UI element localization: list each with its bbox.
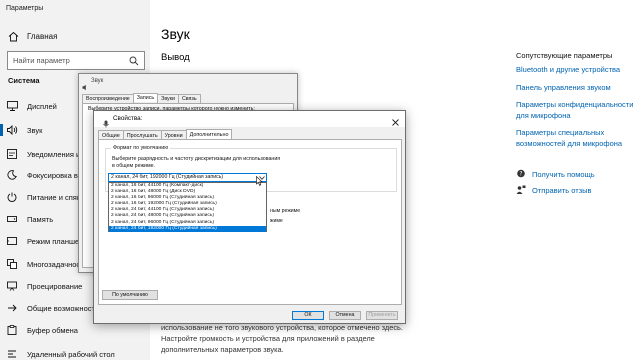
notification-icon xyxy=(6,148,18,160)
default-format-description: Выберите разрядность и частоту дискретиз… xyxy=(112,156,281,169)
output-description: использование не того звукового устройст… xyxy=(161,323,403,354)
home-label: Главная xyxy=(27,31,58,41)
mic-privacy-link[interactable]: Параметры конфиденциальности для микрофо… xyxy=(516,99,636,121)
sound-dialog-title: Звук xyxy=(91,78,104,84)
sidebar-item-label: Буфер обмена xyxy=(27,325,78,335)
format-dropdown[interactable]: 2 канал, 24 бит, 192000 Гц (Студийная за… xyxy=(108,173,267,182)
moon-icon xyxy=(6,169,18,181)
related-settings-title: Сопутствующие параметры xyxy=(516,51,613,60)
section-heading: Вывод xyxy=(161,52,190,63)
tab-playback[interactable]: Воспроизведение xyxy=(82,94,134,103)
format-option-selected[interactable]: 2 канал, 24 бит, 192000 Гц (Студийная за… xyxy=(109,225,266,232)
feedback-label: Отправить отзыв xyxy=(532,185,592,195)
sidebar-item-label: Проецирование xyxy=(27,281,83,291)
feedback-link[interactable]: Отправить отзыв xyxy=(516,185,592,195)
window-title: Параметры xyxy=(6,5,44,12)
ok-button[interactable]: ОК xyxy=(292,311,324,320)
tablet-icon xyxy=(6,235,18,247)
feedback-icon xyxy=(516,185,526,195)
storage-icon xyxy=(6,213,18,225)
sidebar-item-label: Память xyxy=(27,214,54,224)
project-icon xyxy=(6,280,18,292)
search-input[interactable]: Найти параметр xyxy=(7,51,145,70)
sidebar-item-label: Звук xyxy=(27,125,43,135)
properties-title: Свойства: xyxy=(113,115,143,122)
properties-titlebar[interactable]: Свойства: xyxy=(94,111,405,128)
svg-text:?: ? xyxy=(519,171,522,178)
page-title: Звук xyxy=(161,26,190,42)
search-placeholder: Найти параметр xyxy=(13,56,70,65)
clipboard-icon xyxy=(6,324,18,336)
home-icon xyxy=(8,31,19,42)
tab-communications[interactable]: Связь xyxy=(177,94,201,103)
mouse-cursor-icon xyxy=(256,173,263,186)
tab-sounds[interactable]: Звуки xyxy=(157,94,179,103)
microphone-icon xyxy=(102,115,110,128)
mic-accessibility-link[interactable]: Параметры специальных возможностей для м… xyxy=(516,127,636,149)
remote-icon xyxy=(6,348,18,360)
help-icon: ? xyxy=(516,169,526,179)
bluetooth-link[interactable]: Bluetooth и другие устройства xyxy=(516,64,636,75)
speaker-icon xyxy=(82,78,89,91)
sound-control-panel-link[interactable]: Панель управления звуком xyxy=(516,82,636,93)
sidebar-item-label: Дисплей xyxy=(27,101,57,111)
sidebar-item-label: Удаленный рабочий стол xyxy=(27,349,115,359)
apply-button[interactable]: Применить xyxy=(366,311,398,320)
exclusive-mode-text: жиме xyxy=(270,218,283,224)
close-icon[interactable] xyxy=(391,114,400,126)
restore-defaults-button[interactable]: По умолчанию xyxy=(102,290,158,300)
sound-dialog-tabs: Воспроизведение Запись Звуки Связь xyxy=(82,93,201,103)
sidebar-item-label: Питание и спящ xyxy=(27,192,84,202)
get-help-label: Получить помощь xyxy=(532,169,595,179)
power-icon xyxy=(6,191,18,203)
default-format-label: Формат по умолчанию xyxy=(111,145,171,151)
sidebar-item-remote-desktop[interactable]: Удаленный рабочий стол xyxy=(0,344,150,360)
format-dropdown-list: 2 канал, 16 бит, 44100 Гц (Компакт-диск)… xyxy=(108,182,267,232)
tab-recording[interactable]: Запись xyxy=(132,93,159,102)
monitor-icon xyxy=(6,100,18,112)
cancel-button[interactable]: Отмена xyxy=(329,311,361,320)
home-link[interactable]: Главная xyxy=(8,30,57,42)
sidebar-item-label: Многозадачност xyxy=(27,259,84,269)
sidebar-item-label: Общие возможност xyxy=(27,303,95,313)
speaker-icon xyxy=(6,124,18,136)
format-dropdown-value: 2 канал, 24 бит, 192000 Гц (Студийная за… xyxy=(111,174,224,180)
shared-icon xyxy=(6,302,18,314)
multitask-icon xyxy=(6,258,18,270)
search-icon[interactable] xyxy=(129,56,139,66)
get-help-link[interactable]: ? Получить помощь xyxy=(516,169,595,179)
exclusive-mode-text: ным режиме xyxy=(270,208,301,214)
section-title: Система xyxy=(8,76,40,85)
